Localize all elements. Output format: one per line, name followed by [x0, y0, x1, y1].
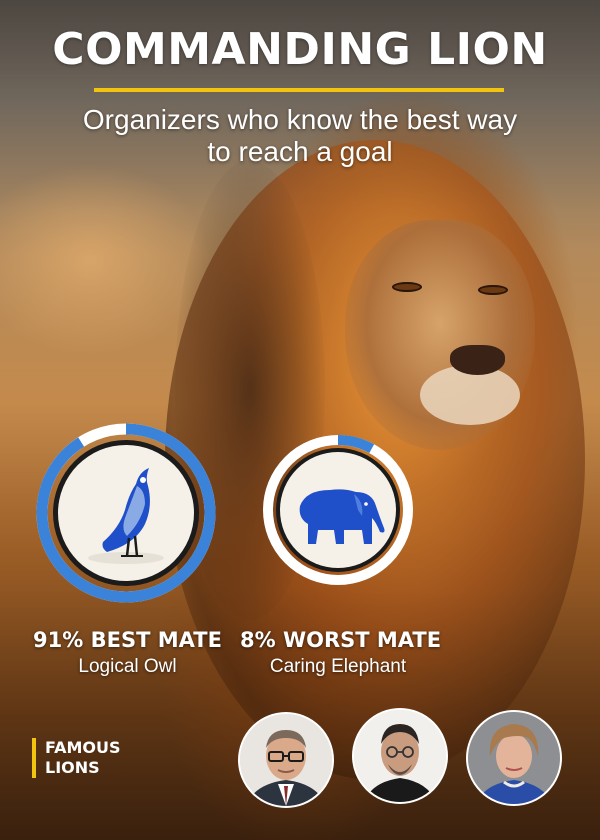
- famous-lion-portrait-2: [352, 708, 448, 804]
- best-mate-name: Logical Owl: [78, 656, 177, 677]
- best-mate-headline: 91% BEST MATE: [33, 628, 222, 652]
- infographic-card: COMMANDING LION Organizers who know the …: [0, 0, 600, 840]
- famous-lion-portrait-1: [238, 712, 334, 808]
- famous-lions-label: FAMOUS LIONS: [32, 738, 121, 778]
- page-title: COMMANDING LION: [52, 24, 548, 75]
- worst-mate-ring: [260, 432, 416, 588]
- subtitle-line-1: Organizers who know the best way: [82, 104, 518, 135]
- worst-mate-headline: 8% WORST MATE: [240, 628, 442, 652]
- subtitle-line-2: to reach a goal: [207, 136, 393, 167]
- famous-lion-portrait-3: [466, 710, 562, 806]
- page-subtitle: Organizers who know the best way to reac…: [40, 104, 560, 168]
- famous-label-line-2: LIONS: [45, 758, 100, 777]
- famous-label-line-1: FAMOUS: [45, 738, 121, 757]
- best-mate-ring: [33, 420, 219, 606]
- worst-mate-name: Caring Elephant: [269, 656, 407, 677]
- title-underline: [94, 88, 504, 92]
